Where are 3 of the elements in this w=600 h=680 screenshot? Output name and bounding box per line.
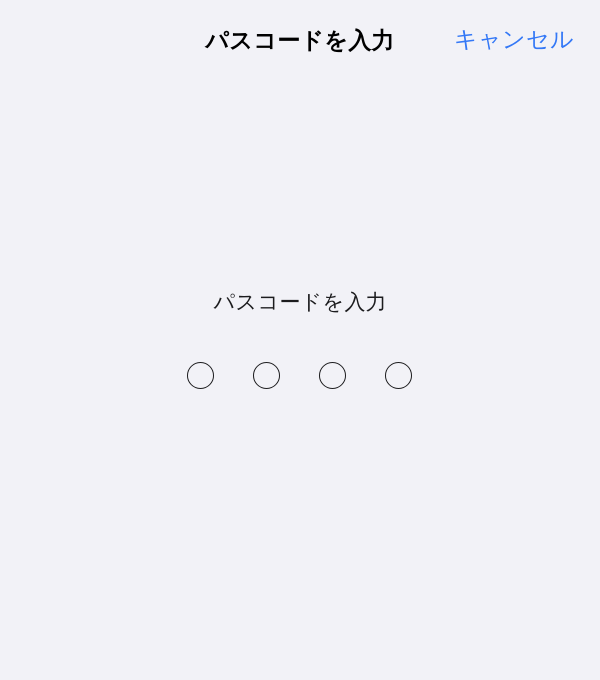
cancel-button[interactable]: キャンセル [454, 24, 574, 55]
passcode-prompt: パスコードを入力 [212, 289, 388, 316]
nav-title: パスコードを入力 [206, 26, 394, 56]
